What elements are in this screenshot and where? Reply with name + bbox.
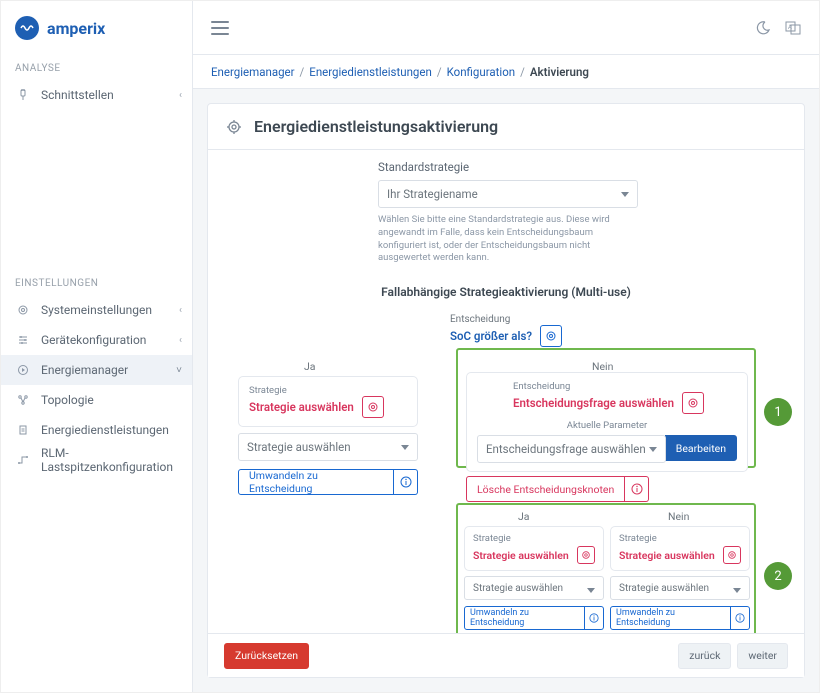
- strategy-caption: Strategie: [473, 533, 595, 544]
- convert-to-decision-button[interactable]: Umwandeln zu Entscheidung: [610, 606, 731, 630]
- sidebar-item-geraetekonfiguration[interactable]: Gerätekonfiguration ‹: [1, 325, 192, 355]
- reset-button[interactable]: Zurücksetzen: [224, 643, 309, 669]
- language-icon[interactable]: A: [785, 20, 801, 36]
- gear-icon: [15, 302, 31, 318]
- strategy-panel-no-2: Strategie Strategie auswählen: [610, 526, 750, 571]
- strategy-select[interactable]: Strategie auswählen: [610, 576, 750, 600]
- current-params-label: Aktuelle Parameter: [477, 420, 737, 431]
- svg-text:A: A: [788, 24, 792, 31]
- branch-yes-label: Ja: [518, 510, 530, 523]
- brand-logo-icon: [15, 16, 39, 40]
- decision-label: Entscheidung: [450, 314, 562, 325]
- chevron-down-icon: ˅: [176, 365, 182, 376]
- decision-question: SoC größer als?: [450, 329, 532, 343]
- info-icon[interactable]: [731, 606, 750, 630]
- breadcrumb-link[interactable]: Energiemanager: [211, 65, 295, 79]
- strategy-caption: Strategie: [249, 385, 407, 396]
- sidebar-item-systemeinstellungen[interactable]: Systemeinstellungen ‹: [1, 295, 192, 325]
- nav-section-analyse: ANALYSE: [1, 55, 192, 80]
- decision-root: Entscheidung SoC größer als?: [450, 314, 562, 347]
- annotation-badge-1: 1: [764, 398, 792, 426]
- breadcrumb-sep: /: [520, 65, 525, 79]
- strategy-caption: Strategie: [619, 533, 741, 544]
- route-icon: [15, 452, 31, 468]
- topbar: A: [193, 1, 819, 55]
- standard-strategy-label: Standardstrategie: [378, 160, 638, 174]
- chevron-left-icon: ‹: [179, 335, 182, 346]
- plug-icon: [15, 87, 31, 103]
- breadcrumb-sep: /: [437, 65, 442, 79]
- info-icon[interactable]: [625, 476, 649, 502]
- breadcrumb-current: Aktivierung: [530, 65, 589, 79]
- page-title: Energiedienstleistungsaktivierung: [254, 117, 498, 136]
- sidebar: amperix ANALYSE Schnittstellen ‹ EINSTEL…: [1, 1, 193, 692]
- menu-toggle-icon[interactable]: [211, 21, 229, 35]
- strategy-panel-yes-2: Strategie Strategie auswählen: [464, 526, 604, 571]
- gear-icon: [226, 119, 242, 135]
- document-icon: [15, 422, 31, 438]
- brand: amperix: [1, 1, 192, 55]
- decision-question-select[interactable]: Entscheidungsfrage auswählen: [477, 435, 666, 463]
- breadcrumb-sep: /: [300, 65, 305, 79]
- decision-config-button[interactable]: [682, 392, 704, 414]
- edit-button[interactable]: Bearbeiten: [665, 435, 737, 461]
- cog-play-icon: [15, 362, 31, 378]
- brand-name: amperix: [47, 19, 105, 38]
- decision-config-button[interactable]: [540, 325, 562, 347]
- sidebar-item-energiedienstleistungen[interactable]: Energiedienstleistungen: [1, 415, 192, 445]
- strategy-select[interactable]: Strategie auswählen: [238, 433, 418, 461]
- info-icon[interactable]: [585, 606, 604, 630]
- delete-decision-button[interactable]: Lösche Entscheidungsknoten: [466, 476, 625, 502]
- strategy-config-button[interactable]: [362, 396, 384, 418]
- chevron-left-icon: ‹: [179, 305, 182, 316]
- decision-panel-no: Entscheidung Entscheidungsfrage auswähle…: [466, 372, 748, 472]
- sidebar-item-label: Topologie: [41, 393, 182, 407]
- sidebar-item-label: Systemeinstellungen: [41, 303, 179, 317]
- strategy-pick-text: Strategie auswählen: [619, 549, 715, 562]
- activation-card: Energiedienstleistungsaktivierung Standa…: [207, 103, 805, 678]
- sidebar-item-label: Schnittstellen: [41, 88, 179, 102]
- sidebar-item-label: RLM-Lastspitzenkonfiguration: [41, 446, 182, 474]
- sidebar-item-schnittstellen[interactable]: Schnittstellen ‹: [1, 80, 192, 110]
- content-area: Energiedienstleistungsaktivierung Standa…: [193, 89, 819, 692]
- decision-pick-text: Entscheidungsfrage auswählen: [513, 396, 674, 410]
- strategy-panel-yes: Strategie Strategie auswählen: [238, 376, 418, 427]
- sidebar-item-topologie[interactable]: Topologie: [1, 385, 192, 415]
- convert-to-decision-button[interactable]: Umwandeln zu Entscheidung: [238, 469, 394, 495]
- chevron-left-icon: ‹: [179, 90, 182, 101]
- sidebar-item-rlm[interactable]: RLM-Lastspitzenkonfiguration: [1, 445, 192, 475]
- decision-caption: Entscheidung: [513, 381, 737, 392]
- strategy-select[interactable]: Strategie auswählen: [464, 576, 604, 600]
- convert-to-decision-button[interactable]: Umwandeln zu Entscheidung: [464, 606, 585, 630]
- nav-section-einstellungen: EINSTELLUNGEN: [1, 270, 192, 295]
- sidebar-item-label: Energiemanager: [41, 363, 176, 377]
- back-button[interactable]: zurück: [678, 643, 731, 669]
- strategy-pick-text: Strategie auswählen: [249, 400, 354, 414]
- card-footer: Zurücksetzen zurück weiter: [208, 633, 804, 677]
- breadcrumb-link[interactable]: Energiedienstleistungen: [309, 65, 432, 79]
- strategy-config-button[interactable]: [723, 546, 741, 564]
- sidebar-item-label: Energiedienstleistungen: [41, 423, 182, 437]
- theme-toggle-icon[interactable]: [755, 20, 771, 36]
- strategy-pick-text: Strategie auswählen: [473, 549, 569, 562]
- sidebar-item-energiemanager[interactable]: Energiemanager ˅: [1, 355, 192, 385]
- sliders-icon: [15, 332, 31, 348]
- next-button[interactable]: weiter: [737, 643, 788, 669]
- info-icon[interactable]: [394, 469, 418, 495]
- nodes-icon: [15, 392, 31, 408]
- strategy-config-button[interactable]: [577, 546, 595, 564]
- sidebar-item-label: Gerätekonfiguration: [41, 333, 179, 347]
- help-text: Wählen Sie bitte eine Standardstrategie …: [378, 214, 638, 265]
- branch-no-label: Nein: [668, 510, 689, 523]
- branch-yes-label: Ja: [304, 360, 316, 373]
- standard-strategy-select[interactable]: Ihr Strategiename: [378, 180, 638, 208]
- annotation-badge-2: 2: [764, 562, 792, 590]
- breadcrumb-link[interactable]: Konfiguration: [447, 65, 516, 79]
- subsection-title: Fallabhängige Strategieaktivierung (Mult…: [228, 285, 784, 299]
- breadcrumb: Energiemanager / Energiedienstleistungen…: [193, 55, 819, 89]
